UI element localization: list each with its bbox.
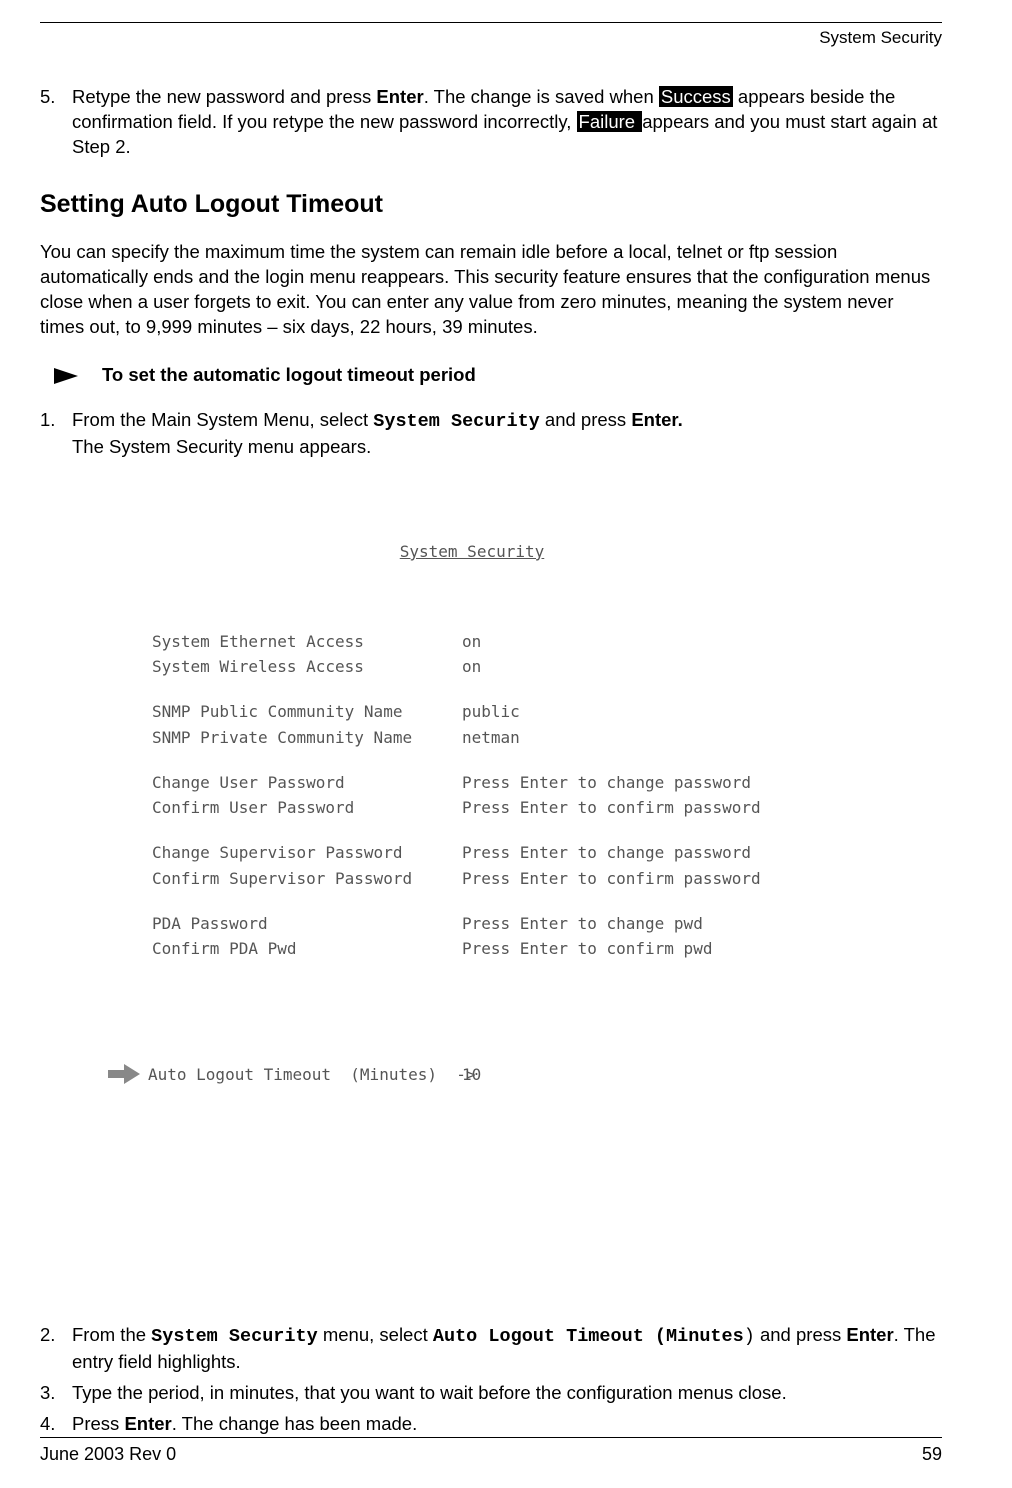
screen-field-label: SNMP Public Community Name <box>152 699 462 724</box>
screen-field-label: System Wireless Access <box>152 654 462 679</box>
screen-field-label: Confirm User Password <box>152 795 462 820</box>
step-number: 5. <box>40 85 72 160</box>
screen-field-label: Confirm PDA Pwd <box>152 936 462 961</box>
screen-field-value: Press Enter to confirm password <box>462 795 761 820</box>
step-4: 4. Press Enter. The change has been made… <box>40 1412 942 1437</box>
screen-field-label: SNMP Private Community Name <box>152 725 462 750</box>
procedure-title: To set the automatic logout timeout peri… <box>102 363 476 388</box>
footer-page-number: 59 <box>922 1442 942 1466</box>
text: Retype the new password and press <box>72 86 376 107</box>
key-enter: Enter <box>846 1324 893 1345</box>
pointer-arrow-icon <box>108 1014 148 1135</box>
screen-field-label: System Ethernet Access <box>152 629 462 654</box>
screen-row: SNMP Private Community Namenetman <box>102 725 862 750</box>
screen-field-value: Press Enter to confirm password <box>462 866 761 891</box>
screen-field-value: Press Enter to confirm pwd <box>462 936 712 961</box>
text: . The change has been made. <box>172 1413 417 1434</box>
key-enter: Enter <box>124 1413 171 1434</box>
text: ) <box>744 1326 755 1347</box>
key-enter: Enter <box>376 86 423 107</box>
screen-field-label: Auto Logout Timeout (Minutes) -> <box>148 1062 462 1087</box>
screen-field-label: Change Supervisor Password <box>152 840 462 865</box>
text: and press <box>540 409 632 430</box>
screen-field-value: on <box>462 629 481 654</box>
procedure-arrow-icon <box>54 366 102 386</box>
step-1: 1. From the Main System Menu, select Sys… <box>40 408 942 460</box>
screen-row: System Ethernet Accesson <box>102 629 862 654</box>
menu-name: System Security <box>151 1326 318 1347</box>
badge-success: Success <box>659 86 733 107</box>
page-header: System Security <box>40 27 942 50</box>
step-3: 3. Type the period, in minutes, that you… <box>40 1381 942 1406</box>
screen-row: System Wireless Accesson <box>102 654 862 679</box>
intro-paragraph: You can specify the maximum time the sys… <box>40 240 942 340</box>
text: . The change is saved when <box>424 86 659 107</box>
footer-date: June 2003 Rev 0 <box>40 1442 176 1466</box>
screen-row: PDA PasswordPress Enter to change pwd <box>102 911 862 936</box>
text: Type the period, in minutes, that you wa… <box>72 1381 942 1406</box>
key-enter: Enter. <box>631 409 682 430</box>
menu-option: Auto Logout Timeout (Minutes <box>433 1326 744 1347</box>
screen-title: System Security <box>82 539 862 564</box>
screen-field-label: Change User Password <box>152 770 462 795</box>
screen-field-value: Press Enter to change pwd <box>462 911 703 936</box>
step-number: 3. <box>40 1381 72 1406</box>
screen-field-label: PDA Password <box>152 911 462 936</box>
text: From the Main System Menu, select <box>72 409 373 430</box>
screen-row: Confirm Supervisor PasswordPress Enter t… <box>102 866 862 891</box>
step-5: 5. Retype the new password and press Ent… <box>40 85 942 160</box>
terminal-screenshot: System Security System Ethernet Accesson… <box>102 488 862 1305</box>
screen-field-value: 10 <box>462 1062 481 1087</box>
screen-row: Change Supervisor PasswordPress Enter to… <box>102 840 862 865</box>
screen-field-label: Confirm Supervisor Password <box>152 866 462 891</box>
screen-field-value: public <box>462 699 520 724</box>
screen-row: SNMP Public Community Namepublic <box>102 699 862 724</box>
step-2: 2. From the System Security menu, select… <box>40 1323 942 1375</box>
menu-name: System Security <box>373 411 540 432</box>
text: menu, select <box>318 1324 433 1345</box>
screen-field-value: Press Enter to change password <box>462 770 751 795</box>
text: and press <box>755 1324 847 1345</box>
screen-row: Confirm PDA PwdPress Enter to confirm pw… <box>102 936 862 961</box>
badge-failure: Failure <box>577 111 643 132</box>
step-number: 2. <box>40 1323 72 1375</box>
page-footer: June 2003 Rev 0 59 <box>40 1437 942 1466</box>
screen-field-value: netman <box>462 725 520 750</box>
section-heading: Setting Auto Logout Timeout <box>40 188 942 222</box>
step-number: 1. <box>40 408 72 460</box>
screen-field-value: on <box>462 654 481 679</box>
text: From the <box>72 1324 151 1345</box>
screen-row: Confirm User PasswordPress Enter to conf… <box>102 795 862 820</box>
text: Press <box>72 1413 124 1434</box>
step-number: 4. <box>40 1412 72 1437</box>
screen-field-value: Press Enter to change password <box>462 840 751 865</box>
screen-row: Change User PasswordPress Enter to chang… <box>102 770 862 795</box>
text: The System Security menu appears. <box>72 436 371 457</box>
